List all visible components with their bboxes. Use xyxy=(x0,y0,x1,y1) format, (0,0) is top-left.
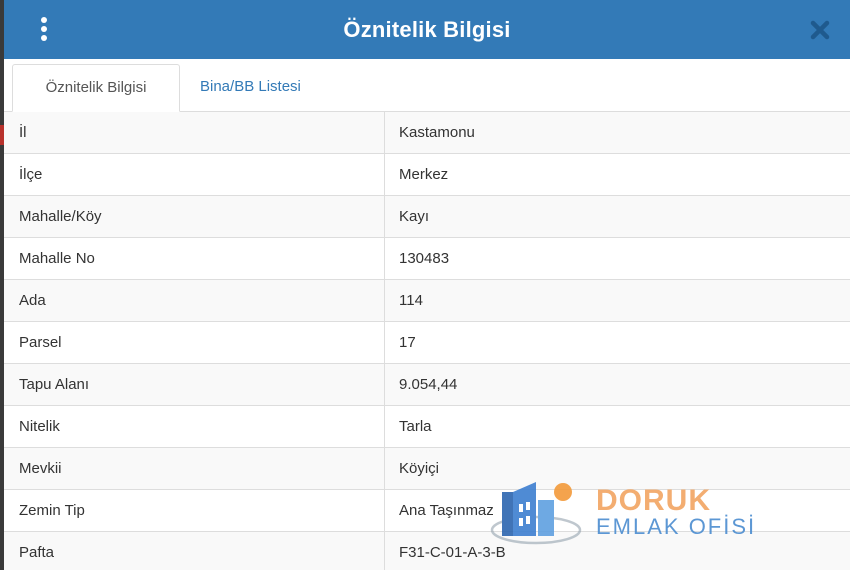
attribute-key: Ada xyxy=(4,280,385,321)
table-row: İlçe Merkez xyxy=(4,154,850,196)
table-row: Zemin Tip Ana Taşınmaz xyxy=(4,490,850,532)
close-icon xyxy=(810,20,830,40)
attribute-key: Mahalle No xyxy=(4,238,385,279)
table-row: Ada 114 xyxy=(4,280,850,322)
attribute-key: Tapu Alanı xyxy=(4,364,385,405)
attribute-value: Kayı xyxy=(399,208,430,225)
attribute-value: Kastamonu xyxy=(399,124,475,141)
attribute-key: Mahalle/Köy xyxy=(4,196,385,237)
attribute-key: Nitelik xyxy=(4,406,385,447)
table-row: İl Kastamonu xyxy=(4,112,850,154)
attribute-value: 130483 xyxy=(399,250,450,267)
attribute-value: 9.054,44 xyxy=(399,376,458,393)
attribute-value: Tarla xyxy=(399,418,432,435)
attribute-key: Pafta xyxy=(4,532,385,570)
tab-bina-bb-listesi[interactable]: Bina/BB Listesi xyxy=(186,64,315,112)
table-row: Parsel 17 xyxy=(4,322,850,364)
attribute-value: Merkez xyxy=(399,166,449,183)
attribute-value: Ana Taşınmaz xyxy=(399,502,494,519)
table-row: Tapu Alanı 9.054,44 xyxy=(4,364,850,406)
attribute-key: İlçe xyxy=(4,154,385,195)
table-row: Mevkii Köyiçi xyxy=(4,448,850,490)
dialog-header: Öznitelik Bilgisi xyxy=(4,0,850,59)
attribute-value: 114 xyxy=(399,292,423,309)
tab-bar: Öznitelik Bilgisi Bina/BB Listesi xyxy=(4,59,850,112)
table-row: Nitelik Tarla xyxy=(4,406,850,448)
attribute-table: İl Kastamonu İlçe Merkez Mahalle/Köy Kay… xyxy=(4,112,850,570)
table-row: Mahalle/Köy Kayı xyxy=(4,196,850,238)
attribute-key: Zemin Tip xyxy=(4,490,385,531)
attribute-key: İl xyxy=(4,112,385,153)
attribute-key: Mevkii xyxy=(4,448,385,489)
attribute-value: F31-C-01-A-3-B xyxy=(399,544,506,561)
attribute-value: 17 xyxy=(399,334,416,351)
dialog-title: Öznitelik Bilgisi xyxy=(343,17,511,42)
close-button[interactable] xyxy=(808,18,832,42)
attribute-value: Köyiçi xyxy=(399,460,440,477)
tab-oznitelik-bilgisi[interactable]: Öznitelik Bilgisi xyxy=(12,64,180,112)
table-row: Pafta F31-C-01-A-3-B xyxy=(4,532,850,570)
table-row: Mahalle No 130483 xyxy=(4,238,850,280)
attribute-key: Parsel xyxy=(4,322,385,363)
